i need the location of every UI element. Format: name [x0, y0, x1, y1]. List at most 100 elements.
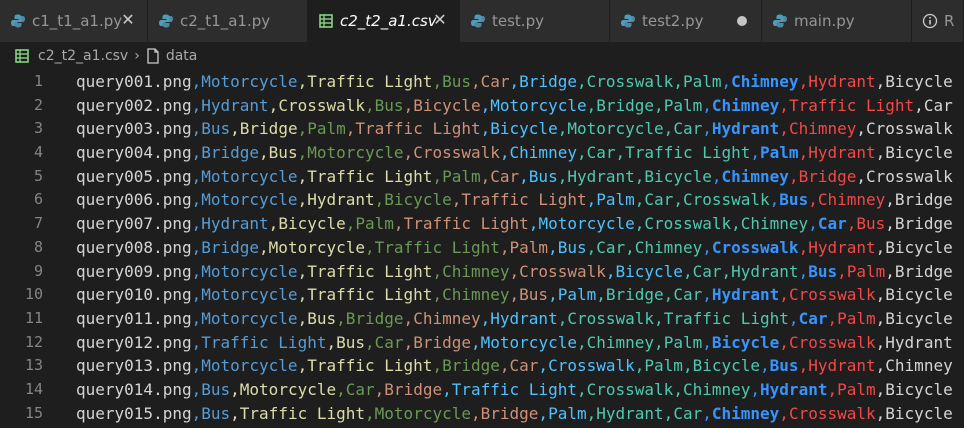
code-line[interactable]: 1 query001.png,Motorcycle,Traffic Light,B… [0, 70, 964, 94]
csv-separator: , [654, 332, 664, 352]
csv-cell: query002.png [76, 95, 192, 115]
csv-cell: query005.png [76, 166, 192, 186]
tab-test-py[interactable]: test.py [460, 0, 610, 42]
csv-cell: Bus [374, 95, 404, 115]
csv-cell: Chimney [740, 214, 809, 234]
close-icon[interactable]: ✕ [431, 11, 449, 29]
code-line[interactable]: 5 query005.png,Motorcycle,Traffic Light,P… [0, 165, 964, 189]
csv-separator: , [230, 119, 240, 139]
tab-test2-py[interactable]: test2.py [610, 0, 762, 42]
csv-row: query003.png,Bus,Bridge,Palm,Traffic Lig… [76, 117, 953, 141]
tab-c1-t1-a1-py[interactable]: c1_t1_a1.py ✕ [0, 0, 148, 42]
csv-cell: Crosswalk [586, 72, 674, 91]
code-line[interactable]: 10 query010.png,Motorcycle,Traffic Light,… [0, 283, 964, 307]
code-line[interactable]: 12 query012.png,Traffic Light,Bus,Car,Bri… [0, 331, 964, 355]
csv-row: query014.png,Bus,Motorcycle,Car,Bridge,T… [76, 378, 953, 402]
csv-cell: Motorcycle [201, 356, 298, 376]
csv-separator: , [779, 95, 789, 115]
csv-cell: Bus [557, 237, 587, 257]
code-line[interactable]: 4 query004.png,Bridge,Bus,Motorcycle,Cros… [0, 141, 964, 165]
line-number: 4 [33, 143, 43, 162]
csv-cell: Bridge [239, 119, 298, 139]
line-number: 7 [33, 214, 43, 233]
tab-label: R [944, 12, 955, 30]
csv-separator: , [451, 190, 462, 210]
csv-cell: Palm [644, 356, 683, 376]
unsaved-dot-icon[interactable] [737, 16, 747, 26]
csv-cell: Hydrant [307, 190, 375, 210]
tab-r[interactable]: R [912, 0, 964, 42]
csv-separator: , [538, 356, 549, 376]
csv-separator: , [374, 190, 385, 210]
tab-main-py[interactable]: main.py [762, 0, 912, 42]
code-line[interactable]: 9 query009.png,Motorcycle,Traffic Light,C… [0, 260, 964, 284]
csv-cell: Bicycle [885, 72, 953, 91]
code-line[interactable]: 15 query015.png,Bus,Traffic Light,Motorcy… [0, 402, 964, 426]
csv-separator: , [827, 308, 838, 328]
csv-separator: , [297, 143, 308, 163]
csv-cell: Traffic Light [239, 403, 366, 423]
csv-cell: Bus [519, 285, 549, 305]
csv-separator: , [673, 190, 683, 210]
csv-separator: , [191, 403, 202, 423]
csv-separator: , [191, 166, 202, 186]
csv-separator: , [605, 261, 616, 281]
csv-separator: , [557, 166, 568, 186]
csv-separator: , [798, 237, 809, 257]
code-line[interactable]: 14 query014.png,Bus,Motorcycle,Car,Bridge… [0, 378, 964, 402]
csv-separator: , [509, 72, 520, 91]
tab-c2-t1-a1-py[interactable]: c2_t1_a1.py [148, 0, 308, 42]
csv-separator: , [191, 237, 202, 257]
csv-row: query002.png,Hydrant,Crosswalk,Bus,Bicyc… [76, 94, 953, 118]
csv-separator: , [663, 403, 674, 423]
tab-c2-t2-a1-csv[interactable]: c2_t2_a1.csv ✕ [308, 0, 460, 42]
csv-separator: , [259, 237, 269, 257]
breadcrumb-section[interactable]: data [146, 48, 197, 64]
csv-separator: , [808, 214, 818, 234]
csv-cell: Bus [779, 190, 809, 210]
code-line[interactable]: 6 query006.png,Motorcycle,Hydrant,Bicycle… [0, 188, 964, 212]
csv-row: query015.png,Bus,Traffic Light,Motorcycl… [76, 402, 953, 426]
line-number: 14 [24, 379, 43, 398]
csv-separator: , [374, 379, 385, 399]
csv-cell: Traffic Light [403, 214, 529, 234]
csv-cell: Crosswalk [682, 190, 770, 210]
csv-cell: Palm [307, 119, 346, 139]
csv-cell: Chimney [634, 237, 703, 257]
csv-cell: Hydrant [808, 356, 876, 376]
code-editor[interactable]: 1 query001.png,Motorcycle,Traffic Light,B… [0, 70, 964, 428]
csv-row: query012.png,Traffic Light,Bus,Car,Bridg… [76, 331, 953, 355]
csv-separator: , [297, 72, 308, 91]
csv-separator: , [682, 356, 693, 376]
csv-separator: , [191, 285, 202, 305]
breadcrumb-file[interactable]: c2_t2_a1.csv [14, 48, 128, 64]
code-line[interactable]: 11 query011.png,Motorcycle,Bus,Bridge,Chi… [0, 307, 964, 331]
csv-separator: , [798, 261, 809, 281]
csv-cell: Palm [682, 72, 722, 91]
csv-separator: , [682, 261, 693, 281]
csv-cell: Crosswalk [788, 332, 876, 352]
csv-cell: Car [798, 308, 828, 328]
csv-separator: , [721, 261, 732, 281]
csv-separator: , [779, 332, 789, 352]
csv-cell: Palm [548, 403, 587, 423]
python-icon [621, 14, 635, 28]
csv-separator: , [365, 403, 375, 423]
csv-cell: Car [923, 95, 953, 115]
csv-separator: , [191, 308, 202, 328]
code-line[interactable]: 8 query008.png,Bridge,Motorcycle,Traffic … [0, 236, 964, 260]
code-line[interactable]: 2 query002.png,Hydrant,Crosswalk,Bus,Bicy… [0, 94, 964, 118]
csv-cell: Traffic Light [307, 356, 433, 376]
csv-separator: , [480, 166, 491, 186]
csv-cell: Bridge [798, 166, 857, 186]
code-line[interactable]: 13 query013.png,Motorcycle,Traffic Light,… [0, 354, 964, 378]
csv-cell: Crosswalk [548, 356, 635, 376]
csv-separator: , [875, 143, 886, 163]
csv-separator: , [259, 143, 269, 163]
close-icon[interactable]: ✕ [119, 11, 137, 29]
csv-cell: Bridge [345, 308, 404, 328]
csv-separator: , [586, 237, 597, 257]
code-line[interactable]: 7 query007.png,Hydrant,Bicycle,Palm,Traff… [0, 212, 964, 236]
code-line[interactable]: 3 query003.png,Bus,Bridge,Palm,Traffic Li… [0, 117, 964, 141]
csv-cell: query013.png [76, 356, 192, 376]
